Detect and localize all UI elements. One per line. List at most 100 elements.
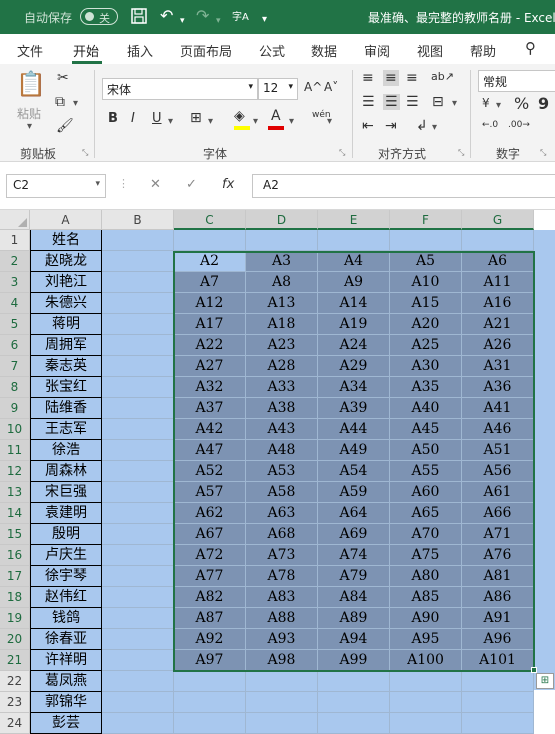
- data-cell[interactable]: A63: [246, 503, 318, 524]
- name-cell[interactable]: 蒋明: [30, 314, 102, 335]
- empty-cell[interactable]: [174, 671, 246, 692]
- empty-cell[interactable]: [318, 671, 390, 692]
- row-header-1[interactable]: 1: [0, 230, 30, 251]
- align-top-icon[interactable]: ≡: [362, 70, 374, 86]
- alignment-launcher-icon[interactable]: ⤡: [458, 148, 464, 158]
- align-middle-icon[interactable]: ≡: [383, 70, 399, 86]
- data-cell[interactable]: A17: [174, 314, 246, 335]
- empty-cell[interactable]: [174, 713, 246, 734]
- redo-dropdown-icon[interactable]: ▾: [216, 12, 221, 30]
- name-cell[interactable]: 姓名: [30, 230, 102, 251]
- data-cell[interactable]: A11: [462, 272, 534, 293]
- percent-button[interactable]: %: [514, 94, 529, 113]
- data-cell[interactable]: A44: [318, 419, 390, 440]
- data-cell[interactable]: A74: [318, 545, 390, 566]
- name-cell[interactable]: 秦志英: [30, 356, 102, 377]
- worksheet-grid[interactable]: A B C D E F G 1 姓名 2 赵晓龙 A2 A3 A4 A5 A6 3 刘艳江 A7 A8 A9 A10 A11…: [0, 210, 555, 734]
- data-cell[interactable]: A43: [246, 419, 318, 440]
- data-cell[interactable]: A18: [246, 314, 318, 335]
- data-cell[interactable]: A25: [390, 335, 462, 356]
- tab-data[interactable]: 数据: [311, 41, 337, 60]
- empty-cell[interactable]: [102, 293, 174, 314]
- quick-analysis-icon[interactable]: ⊞: [536, 673, 554, 689]
- data-cell[interactable]: A78: [246, 566, 318, 587]
- cancel-icon[interactable]: ✕: [150, 177, 161, 192]
- row-header-18[interactable]: 18: [0, 587, 30, 608]
- data-cell[interactable]: A58: [246, 482, 318, 503]
- data-cell[interactable]: A72: [174, 545, 246, 566]
- empty-cell[interactable]: [102, 482, 174, 503]
- empty-cell[interactable]: [462, 713, 534, 734]
- empty-cell[interactable]: [318, 692, 390, 713]
- data-cell[interactable]: A71: [462, 524, 534, 545]
- empty-cell[interactable]: [246, 713, 318, 734]
- number-launcher-icon[interactable]: ⤡: [540, 148, 546, 158]
- column-header-g[interactable]: G: [462, 210, 534, 230]
- data-cell[interactable]: A7: [174, 272, 246, 293]
- empty-cell[interactable]: [102, 650, 174, 671]
- active-cell[interactable]: A2: [174, 251, 246, 272]
- font-color-icon[interactable]: A: [271, 108, 281, 124]
- empty-cell[interactable]: [102, 377, 174, 398]
- empty-cell[interactable]: [390, 671, 462, 692]
- wrap-text-icon[interactable]: ↲: [416, 118, 428, 134]
- name-cell[interactable]: 宋巨强: [30, 482, 102, 503]
- name-cell[interactable]: 殷明: [30, 524, 102, 545]
- increase-indent-icon[interactable]: ⇥: [385, 118, 397, 134]
- data-cell[interactable]: A35: [390, 377, 462, 398]
- empty-cell[interactable]: [102, 671, 174, 692]
- underline-button[interactable]: U: [152, 111, 162, 126]
- paste-button[interactable]: 粘贴: [17, 105, 41, 122]
- data-cell[interactable]: A56: [462, 461, 534, 482]
- data-cell[interactable]: A20: [390, 314, 462, 335]
- data-cell[interactable]: A52: [174, 461, 246, 482]
- data-cell[interactable]: A80: [390, 566, 462, 587]
- data-cell[interactable]: A64: [318, 503, 390, 524]
- tab-view[interactable]: 视图: [417, 41, 443, 60]
- empty-cell[interactable]: [102, 314, 174, 335]
- redo-icon[interactable]: ↷: [196, 7, 209, 25]
- name-box[interactable]: C2 ▾: [6, 174, 106, 198]
- data-cell[interactable]: A67: [174, 524, 246, 545]
- align-center-icon[interactable]: ☰: [383, 94, 400, 110]
- data-cell[interactable]: A26: [462, 335, 534, 356]
- row-header-19[interactable]: 19: [0, 608, 30, 629]
- align-left-icon[interactable]: ☰: [362, 94, 375, 110]
- empty-cell[interactable]: [102, 272, 174, 293]
- empty-cell[interactable]: [102, 440, 174, 461]
- tab-review[interactable]: 审阅: [364, 41, 390, 60]
- data-cell[interactable]: A68: [246, 524, 318, 545]
- copy-icon[interactable]: ⧉: [55, 94, 65, 110]
- tab-formulas[interactable]: 公式: [259, 41, 285, 60]
- row-header-24[interactable]: 24: [0, 713, 30, 734]
- name-cell[interactable]: 袁建明: [30, 503, 102, 524]
- row-header-7[interactable]: 7: [0, 356, 30, 377]
- tab-help[interactable]: 帮助: [470, 41, 496, 60]
- data-cell[interactable]: A23: [246, 335, 318, 356]
- increase-decimal-icon[interactable]: ←.0: [482, 120, 498, 130]
- column-header-e[interactable]: E: [318, 210, 390, 230]
- align-bottom-icon[interactable]: ≡: [406, 70, 418, 86]
- data-cell[interactable]: A57: [174, 482, 246, 503]
- data-cell[interactable]: A65: [390, 503, 462, 524]
- name-cell[interactable]: 葛凤燕: [30, 671, 102, 692]
- data-cell[interactable]: A53: [246, 461, 318, 482]
- data-cell[interactable]: A13: [246, 293, 318, 314]
- comma-style-button[interactable]: 9: [538, 94, 549, 113]
- column-header-c[interactable]: C: [174, 210, 246, 230]
- data-cell[interactable]: A93: [246, 629, 318, 650]
- data-cell[interactable]: A33: [246, 377, 318, 398]
- data-cell[interactable]: A101: [462, 650, 534, 671]
- row-header-20[interactable]: 20: [0, 629, 30, 650]
- data-cell[interactable]: A28: [246, 356, 318, 377]
- tab-insert[interactable]: 插入: [127, 41, 153, 60]
- currency-button[interactable]: ¥: [482, 96, 490, 110]
- data-cell[interactable]: A59: [318, 482, 390, 503]
- data-cell[interactable]: A6: [462, 251, 534, 272]
- data-cell[interactable]: A99: [318, 650, 390, 671]
- data-cell[interactable]: A79: [318, 566, 390, 587]
- data-cell[interactable]: A89: [318, 608, 390, 629]
- data-cell[interactable]: A48: [246, 440, 318, 461]
- data-cell[interactable]: A30: [390, 356, 462, 377]
- empty-cell[interactable]: [102, 566, 174, 587]
